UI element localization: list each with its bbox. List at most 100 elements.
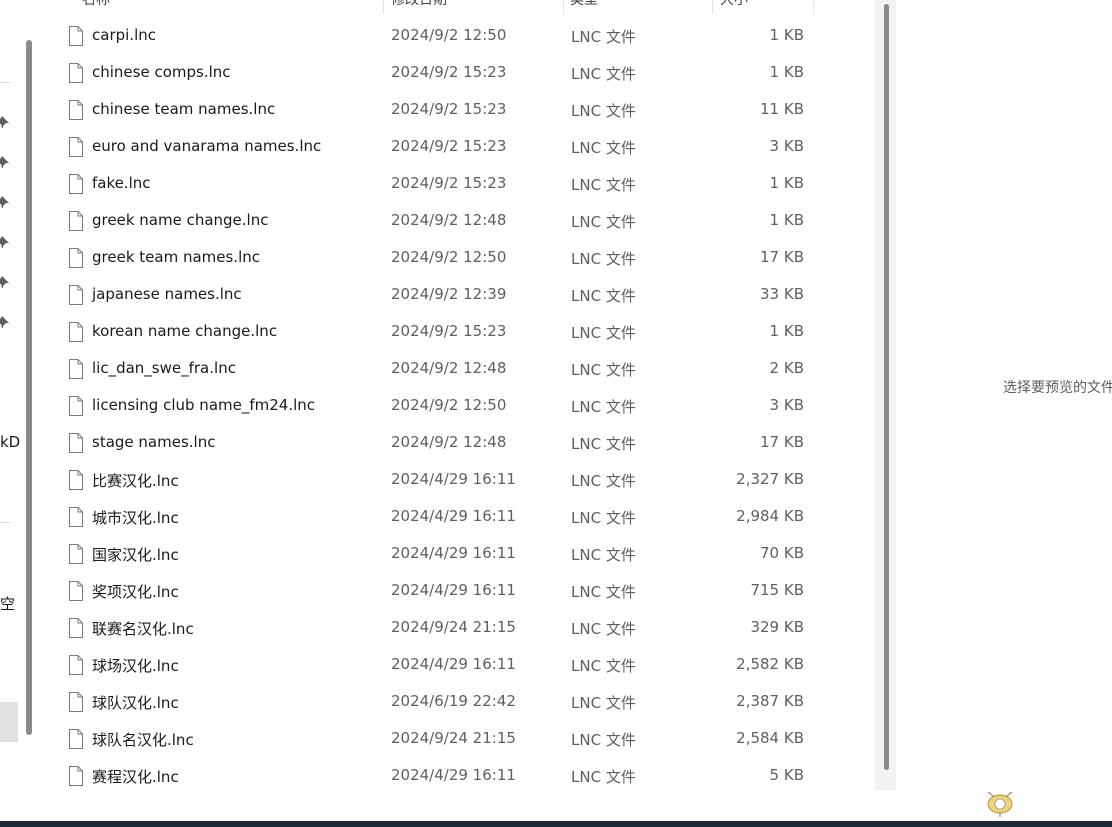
file-name: lic_dan_swe_fra.lnc [92, 359, 236, 377]
file-row[interactable]: 联赛名汉化.lnc 2024/9/24 21:15 LNC 文件 329 KB [40, 610, 875, 647]
document-icon [69, 100, 83, 120]
document-icon [69, 137, 83, 157]
file-type: LNC 文件 [571, 472, 636, 490]
file-type: LNC 文件 [571, 694, 636, 712]
file-type: LNC 文件 [571, 731, 636, 749]
file-date: 2024/9/2 15:23 [391, 322, 507, 340]
file-row[interactable]: greek team names.lnc 2024/9/2 12:50 LNC 文件… [40, 240, 875, 277]
column-header-size[interactable]: 大小 [720, 0, 748, 13]
file-row[interactable]: 球队名汉化.lnc 2024/9/24 21:15 LNC 文件 2,584 KB [40, 721, 875, 758]
file-name: korean name change.lnc [92, 322, 278, 340]
column-header-type[interactable]: 类型 [570, 0, 598, 13]
file-type: LNC 文件 [571, 509, 636, 527]
file-row[interactable]: 比赛汉化.lnc 2024/4/29 16:11 LNC 文件 2,327 KB [40, 462, 875, 499]
pin-icon[interactable] [0, 315, 14, 329]
column-header-name[interactable]: 名称 [82, 0, 110, 13]
file-size: 17 KB [760, 433, 804, 451]
file-list: 名称 修改日期 类型 大小 carpi.lnc 2024/9/2 12:50 LNC… [40, 0, 875, 790]
file-date: 2024/9/2 12:39 [391, 285, 507, 303]
pin-icon[interactable] [0, 155, 14, 169]
file-row[interactable]: 球队汉化.lnc 2024/6/19 22:42 LNC 文件 2,387 KB [40, 684, 875, 721]
file-name: greek name change.lnc [92, 211, 269, 229]
file-size: 1 KB [769, 322, 804, 340]
file-row[interactable]: stage names.lnc 2024/9/2 12:48 LNC 文件 17 KB [40, 425, 875, 462]
file-size: 2,984 KB [736, 507, 804, 525]
file-name: 联赛名汉化.lnc [92, 620, 194, 638]
nav-divider [0, 82, 10, 83]
file-type: LNC 文件 [571, 213, 636, 231]
file-size: 1 KB [769, 63, 804, 81]
file-size: 3 KB [769, 137, 804, 155]
document-icon [69, 285, 83, 305]
file-list-scrollbar-thumb[interactable] [884, 4, 889, 770]
file-date: 2024/9/2 15:23 [391, 100, 507, 118]
file-row[interactable]: greek name change.lnc 2024/9/2 12:48 LNC 文… [40, 203, 875, 240]
file-type: LNC 文件 [571, 657, 636, 675]
file-type: LNC 文件 [571, 139, 636, 157]
column-separator[interactable] [563, 0, 564, 14]
file-row[interactable]: fake.lnc 2024/9/2 15:23 LNC 文件 1 KB [40, 166, 875, 203]
nav-item-fragment[interactable]: kD [0, 433, 20, 451]
file-date: 2024/4/29 16:11 [391, 470, 516, 488]
file-list-pane: 名称 修改日期 类型 大小 carpi.lnc 2024/9/2 12:50 LNC… [40, 0, 896, 790]
file-row[interactable]: 国家汉化.lnc 2024/4/29 16:11 LNC 文件 70 KB [40, 536, 875, 573]
nav-item-fragment[interactable]: 空 [0, 593, 15, 614]
document-icon [69, 26, 83, 46]
column-header-date[interactable]: 修改日期 [391, 0, 447, 13]
file-size: 11 KB [760, 100, 804, 118]
file-type: LNC 文件 [571, 176, 636, 194]
file-row[interactable]: euro and vanarama names.lnc 2024/9/2 15:2… [40, 129, 875, 166]
file-date: 2024/4/29 16:11 [391, 544, 516, 562]
preview-pane: 选择要预览的文件 [896, 0, 1112, 790]
file-size: 1 KB [769, 26, 804, 44]
file-name: licensing club name_fm24.lnc [92, 396, 316, 414]
file-type: LNC 文件 [571, 65, 636, 83]
file-row[interactable]: chinese team names.lnc 2024/9/2 15:23 LNC … [40, 92, 875, 129]
file-date: 2024/9/2 12:48 [391, 211, 507, 229]
file-date: 2024/9/2 12:50 [391, 26, 507, 44]
pin-icon[interactable] [0, 275, 14, 289]
file-size: 5 KB [769, 766, 804, 784]
file-row[interactable]: 赛程汉化.lnc 2024/4/29 16:11 LNC 文件 5 KB [40, 758, 875, 790]
file-date: 2024/4/29 16:11 [391, 507, 516, 525]
file-row[interactable]: chinese comps.lnc 2024/9/2 15:23 LNC 文件 1 K… [40, 55, 875, 92]
file-type: LNC 文件 [571, 28, 636, 46]
file-type: LNC 文件 [571, 583, 636, 601]
taskbar [0, 821, 1112, 827]
file-row[interactable]: japanese names.lnc 2024/9/2 12:39 LNC 文件 33… [40, 277, 875, 314]
file-date: 2024/9/2 15:23 [391, 63, 507, 81]
file-date: 2024/4/29 16:11 [391, 655, 516, 673]
file-name: 城市汉化.lnc [92, 509, 179, 527]
file-row[interactable]: 奖项汉化.lnc 2024/4/29 16:11 LNC 文件 715 KB [40, 573, 875, 610]
file-row[interactable]: carpi.lnc 2024/9/2 12:50 LNC 文件 1 KB [40, 18, 875, 55]
file-name: 国家汉化.lnc [92, 546, 179, 564]
file-type: LNC 文件 [571, 398, 636, 416]
file-name: stage names.lnc [92, 433, 216, 451]
file-name: 赛程汉化.lnc [92, 768, 179, 786]
file-row[interactable]: 球场汉化.lnc 2024/4/29 16:11 LNC 文件 2,582 KB [40, 647, 875, 684]
pin-icon[interactable] [0, 115, 14, 129]
pin-icon[interactable] [0, 195, 14, 209]
file-date: 2024/6/19 22:42 [391, 692, 516, 710]
file-row[interactable]: licensing club name_fm24.lnc 2024/9/2 12:… [40, 388, 875, 425]
pin-icon[interactable] [0, 235, 14, 249]
column-separator[interactable] [712, 0, 713, 14]
file-date: 2024/9/2 15:23 [391, 137, 507, 155]
file-name: japanese names.lnc [92, 285, 242, 303]
mascot-icon[interactable] [980, 784, 1020, 818]
file-size: 329 KB [750, 618, 804, 636]
file-date: 2024/9/2 12:48 [391, 359, 507, 377]
nav-scrollbar[interactable] [26, 40, 32, 735]
file-row[interactable]: 城市汉化.lnc 2024/4/29 16:11 LNC 文件 2,984 KB [40, 499, 875, 536]
file-size: 2,584 KB [736, 729, 804, 747]
file-name: 球队汉化.lnc [92, 694, 179, 712]
document-icon [69, 766, 83, 786]
file-name: 奖项汉化.lnc [92, 583, 179, 601]
nav-selected-item[interactable] [0, 702, 18, 742]
file-name: fake.lnc [92, 174, 151, 192]
file-row[interactable]: korean name change.lnc 2024/9/2 15:23 LNC … [40, 314, 875, 351]
column-separator[interactable] [813, 0, 814, 14]
file-row[interactable]: lic_dan_swe_fra.lnc 2024/9/2 12:48 LNC 文件 2… [40, 351, 875, 388]
column-separator[interactable] [383, 0, 384, 14]
file-date: 2024/9/2 12:50 [391, 248, 507, 266]
